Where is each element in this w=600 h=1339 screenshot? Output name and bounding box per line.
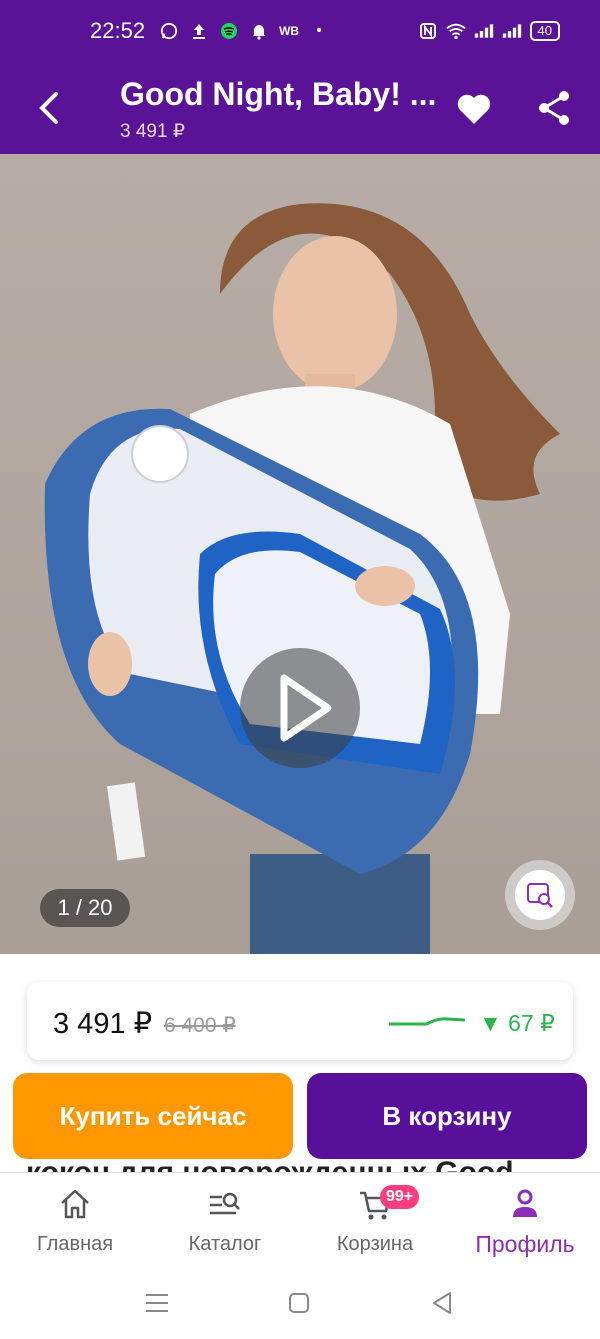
nav-catalog[interactable]: Каталог: [150, 1173, 300, 1271]
status-bar: 22:52 WB • 40: [0, 0, 600, 62]
page-title: Good Night, Baby! ...: [120, 76, 437, 112]
alarm-icon: [249, 21, 269, 41]
nav-catalog-label: Каталог: [188, 1233, 262, 1255]
battery-indicator: 40: [529, 21, 560, 41]
share-button[interactable]: [532, 86, 576, 130]
price-card[interactable]: 3 491 ₽ 6 400 ₽ ▼ 67 ₽: [27, 982, 573, 1060]
wifi-icon: [445, 21, 466, 41]
nav-cart[interactable]: 99+ Корзина: [300, 1173, 450, 1271]
home-square-icon[interactable]: [284, 1288, 314, 1318]
back-button[interactable]: [26, 84, 70, 132]
back-arrow-icon: [39, 92, 58, 124]
buy-now-button[interactable]: Купить сейчас: [13, 1073, 293, 1159]
back-triangle-icon[interactable]: [428, 1288, 458, 1318]
upload-icon: [189, 21, 209, 41]
product-photo[interactable]: 1 / 20: [0, 154, 600, 954]
cart-count-badge: 99+: [380, 1185, 420, 1209]
signal-icon: [474, 21, 494, 41]
bottom-navigation: Главная Каталог 99+ Корзина Профиль: [0, 1172, 600, 1271]
share-icon: [539, 91, 569, 125]
gallery-counter: 1 / 20: [40, 889, 130, 927]
profile-icon: [513, 1189, 537, 1217]
nav-cart-label: Корзина: [336, 1233, 414, 1255]
page-subtitle-price: 3 491 ₽: [120, 121, 185, 142]
nav-profile[interactable]: Профиль: [450, 1173, 600, 1271]
system-navigation-bar: [0, 1270, 600, 1339]
product-header: Good Night, Baby! ... 3 491 ₽: [0, 62, 600, 154]
add-to-cart-button[interactable]: В корзину: [307, 1073, 587, 1159]
nfc-icon: [418, 21, 438, 41]
visual-search-button[interactable]: [505, 860, 575, 930]
image-search-icon: [527, 883, 553, 908]
whatsapp-icon: [159, 21, 179, 41]
spotify-icon: [219, 21, 239, 41]
nav-profile-label: Профиль: [475, 1231, 575, 1257]
price-drop-indicator: ▼ 67 ₽: [479, 1010, 555, 1036]
status-time: 22:52: [90, 18, 146, 43]
heart-icon: [457, 94, 491, 124]
dot-icon: •: [316, 22, 322, 39]
nav-home-label: Главная: [36, 1233, 114, 1255]
catalog-search-icon: [210, 1192, 240, 1215]
product-image-illustration: [44, 203, 560, 954]
wb-badge: WB: [279, 24, 300, 38]
home-icon: [61, 1189, 89, 1219]
favorite-button[interactable]: [452, 86, 496, 130]
current-price: 3 491 ₽: [53, 1008, 153, 1040]
play-video-button[interactable]: [240, 648, 360, 768]
old-price: 6 400 ₽: [164, 1014, 236, 1037]
play-icon: [280, 674, 332, 742]
signal-icon-2: [502, 21, 522, 41]
menu-icon[interactable]: [142, 1288, 172, 1318]
price-history-sparkline: [389, 1017, 466, 1026]
nav-home[interactable]: Главная: [0, 1173, 150, 1271]
